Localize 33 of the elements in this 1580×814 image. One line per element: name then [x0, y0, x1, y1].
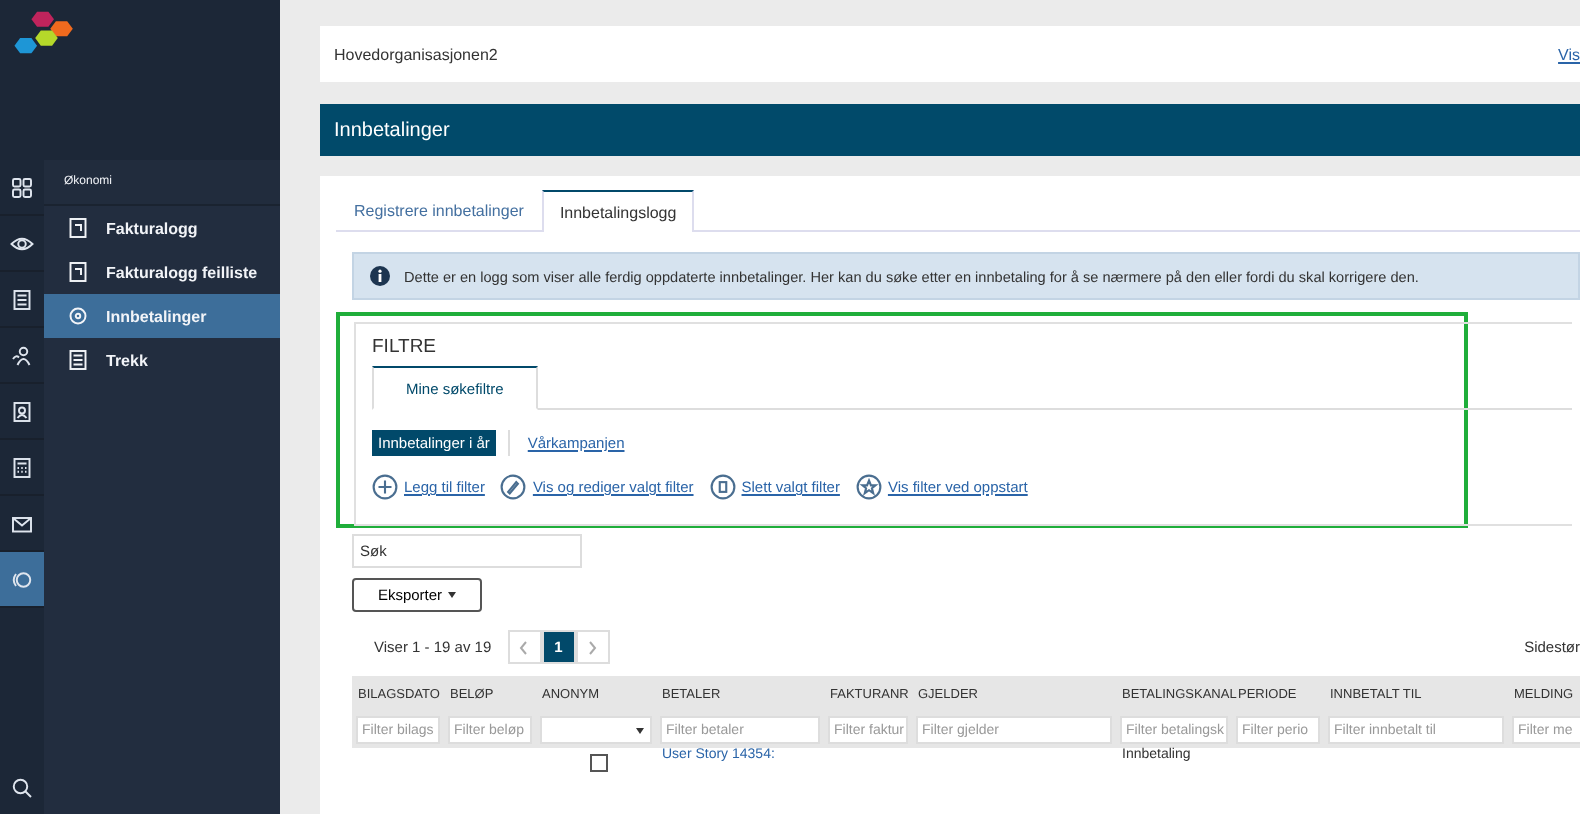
contact-card-icon	[10, 399, 34, 423]
search-icon	[10, 775, 34, 799]
header-link[interactable]: Vis	[1558, 45, 1580, 63]
circle-icon	[66, 304, 90, 328]
nav-item[interactable]: Fakturalogg	[44, 206, 280, 250]
people-icon	[10, 343, 34, 367]
page-title: Innbetalinger	[334, 119, 450, 141]
info-icon	[370, 266, 390, 286]
caret-icon	[448, 592, 457, 598]
sidebar-icon-button[interactable]	[0, 552, 44, 608]
trash-icon	[709, 474, 736, 500]
filter-title: FILTRE	[372, 336, 439, 358]
document-icon	[66, 216, 90, 240]
mail-icon	[10, 511, 34, 535]
tab[interactable]: Innbetalingslogg	[541, 190, 695, 232]
nav-item[interactable]: Trekk	[44, 338, 280, 382]
plus-icon	[372, 474, 398, 500]
checkbox[interactable]	[590, 754, 608, 772]
ring-icon	[10, 567, 34, 591]
nav-item[interactable]: Fakturalogg feilliste	[44, 250, 280, 294]
tab[interactable]: Registrere innbetalinger	[336, 190, 542, 230]
grid-icon	[10, 175, 34, 199]
nav-item[interactable]: Innbetalinger	[44, 294, 280, 338]
list-icon	[66, 348, 90, 372]
calculator-icon	[10, 455, 34, 479]
organization-name: Hovedorganisasjonen2	[334, 45, 498, 63]
pencil-icon	[500, 474, 527, 500]
document-icon	[66, 260, 90, 284]
chevron-left-icon	[518, 639, 531, 655]
list-icon	[10, 287, 34, 311]
chevron-right-icon	[586, 639, 599, 655]
star-icon	[855, 474, 882, 500]
caret-icon	[636, 727, 644, 733]
